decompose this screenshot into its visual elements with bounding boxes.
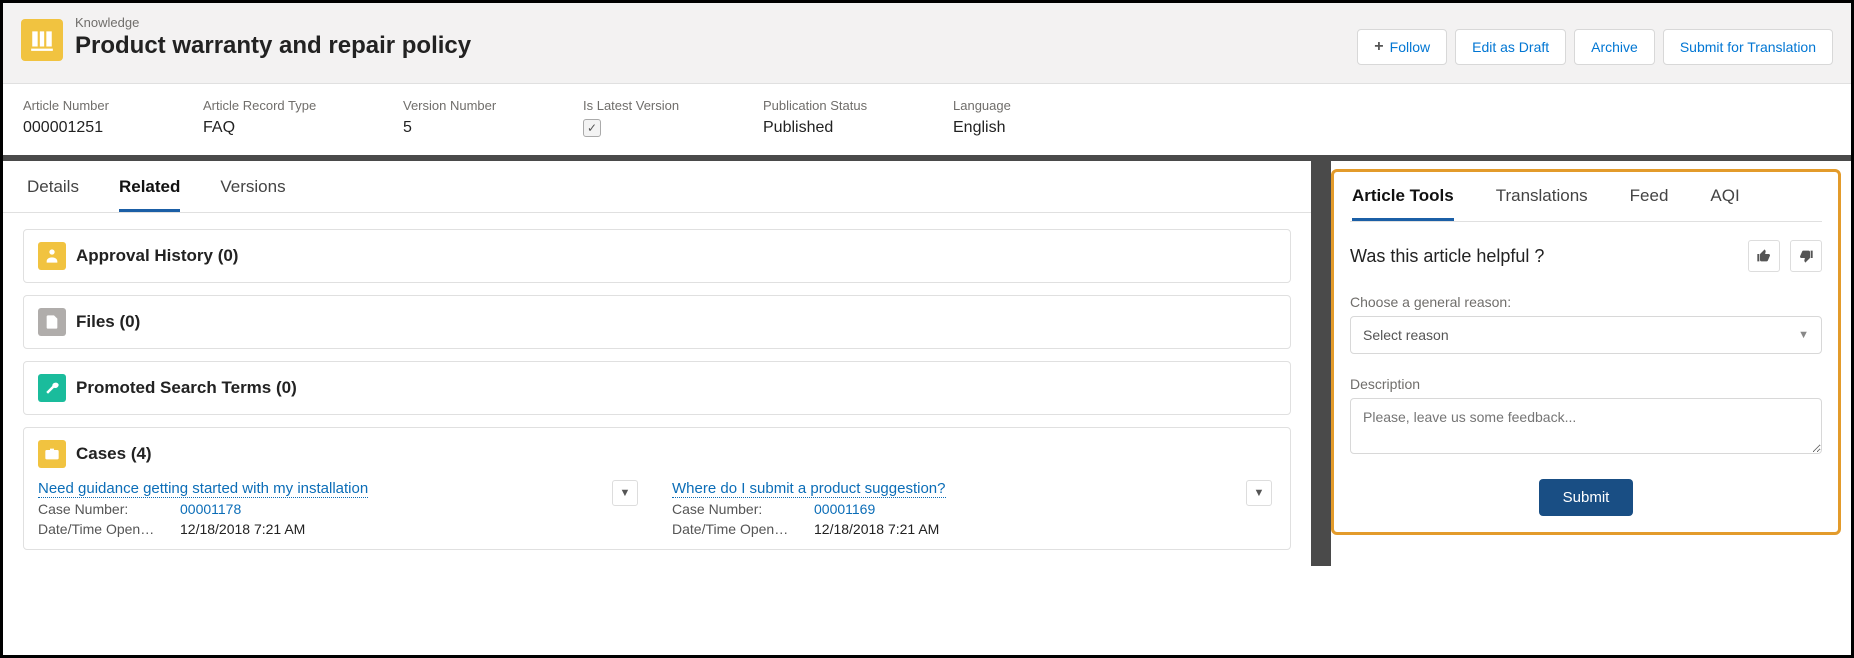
description-textarea[interactable]	[1350, 398, 1822, 454]
meta-label-article-number: Article Number	[23, 98, 203, 113]
thumbs-up-button[interactable]	[1748, 240, 1780, 272]
tab-versions[interactable]: Versions	[220, 177, 285, 212]
briefcase-icon	[38, 440, 66, 468]
approval-icon	[38, 242, 66, 270]
reason-label: Choose a general reason:	[1350, 294, 1822, 310]
meta-value-version: 5	[403, 119, 583, 137]
submit-for-translation-button[interactable]: Submit for Translation	[1663, 29, 1833, 65]
case-number-link[interactable]: 00001169	[814, 501, 875, 517]
meta-label-record-type: Article Record Type	[203, 98, 403, 113]
files-icon	[38, 308, 66, 336]
tab-aqi[interactable]: AQI	[1710, 186, 1739, 221]
tab-article-tools[interactable]: Article Tools	[1352, 186, 1454, 221]
meta-label-language: Language	[953, 98, 1133, 113]
meta-value-record-type: FAQ	[203, 119, 403, 137]
tab-related[interactable]: Related	[119, 177, 180, 212]
tab-feed[interactable]: Feed	[1630, 186, 1669, 221]
meta-label-latest: Is Latest Version	[583, 98, 763, 113]
card-cases: Cases (4) Need guidance getting started …	[23, 427, 1291, 550]
follow-button[interactable]: +Follow	[1357, 29, 1447, 65]
object-label: Knowledge	[75, 15, 471, 30]
thumbs-down-button[interactable]	[1790, 240, 1822, 272]
edit-as-draft-button[interactable]: Edit as Draft	[1455, 29, 1566, 65]
latest-checkbox: ✓	[583, 119, 601, 137]
submit-button[interactable]: Submit	[1539, 479, 1634, 516]
meta-label-version: Version Number	[403, 98, 583, 113]
card-approval-history[interactable]: Approval History (0)	[23, 229, 1291, 283]
case-menu-button[interactable]: ▼	[1246, 480, 1272, 506]
tab-translations[interactable]: Translations	[1496, 186, 1588, 221]
reason-select[interactable]: Select reason ▼	[1350, 316, 1822, 354]
meta-value-language: English	[953, 119, 1133, 137]
case-menu-button[interactable]: ▼	[612, 480, 638, 506]
page-title: Product warranty and repair policy	[75, 32, 471, 60]
case-link[interactable]: Where do I submit a product suggestion?	[672, 480, 946, 498]
wrench-icon	[38, 374, 66, 402]
helpful-question: Was this article helpful ?	[1350, 246, 1544, 267]
case-link[interactable]: Need guidance getting started with my in…	[38, 480, 368, 498]
meta-label-pubstatus: Publication Status	[763, 98, 953, 113]
meta-value-article-number: 000001251	[23, 119, 203, 137]
meta-value-pubstatus: Published	[763, 119, 953, 137]
card-files[interactable]: Files (0)	[23, 295, 1291, 349]
knowledge-icon	[21, 19, 63, 61]
card-promoted-search[interactable]: Promoted Search Terms (0)	[23, 361, 1291, 415]
description-label: Description	[1350, 376, 1822, 392]
tab-details[interactable]: Details	[27, 177, 79, 212]
case-number-link[interactable]: 00001178	[180, 501, 241, 517]
chevron-down-icon: ▼	[1798, 329, 1809, 341]
plus-icon: +	[1374, 38, 1383, 56]
archive-button[interactable]: Archive	[1574, 29, 1655, 65]
